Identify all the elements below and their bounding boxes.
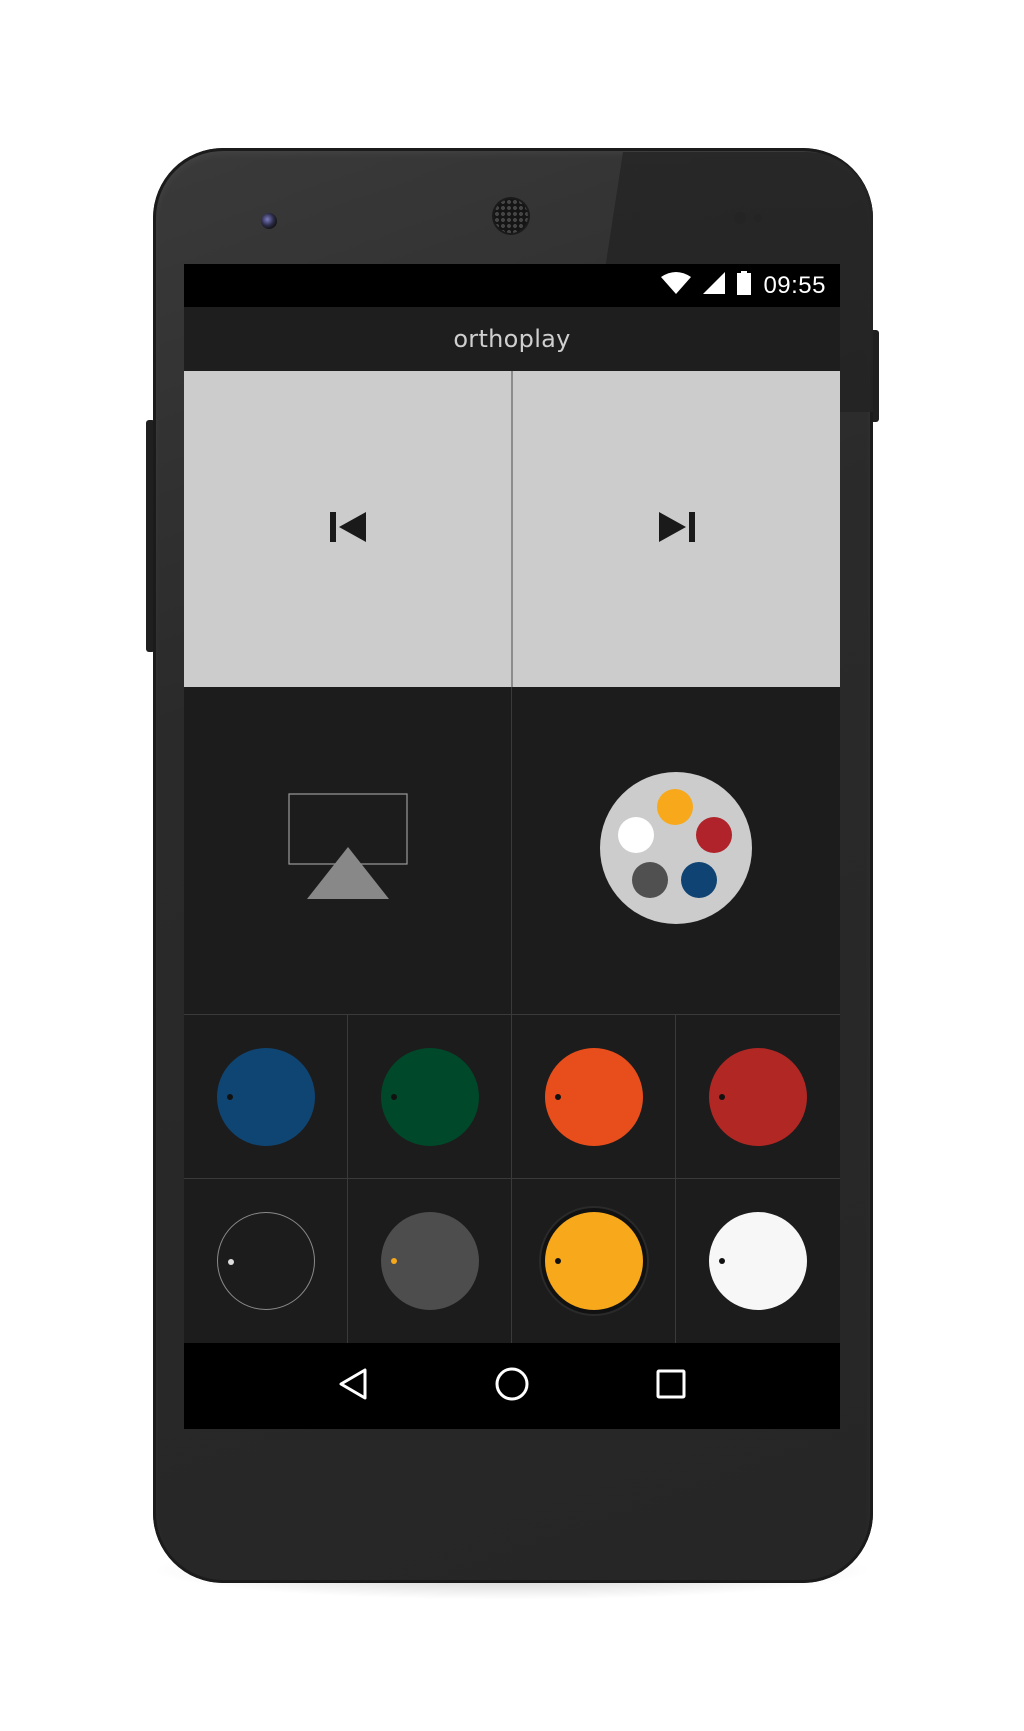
recents-square-icon — [655, 1368, 687, 1405]
recents-button[interactable] — [641, 1356, 701, 1416]
swatch-indicator-dot — [390, 1258, 397, 1264]
swatch-indicator-dot — [719, 1258, 725, 1264]
color-swatch — [544, 1047, 643, 1146]
front-camera — [261, 213, 277, 229]
swatch-indicator-dot — [390, 1093, 397, 1100]
status-time: 09:55 — [763, 271, 826, 299]
proximity-sensor — [734, 212, 746, 224]
media-controls — [184, 371, 840, 687]
swatch-cell[interactable] — [184, 1179, 348, 1343]
cell-signal-icon — [703, 272, 726, 299]
color-palette-button[interactable] — [512, 687, 839, 1014]
swatch-indicator-dot — [554, 1093, 561, 1100]
skip-previous-icon — [329, 511, 366, 547]
color-swatch — [380, 1212, 479, 1310]
swatch-cell[interactable] — [348, 1015, 512, 1179]
phone-screen: 09:55 orthoplay — [184, 264, 840, 1429]
app-title: orthoplay — [453, 325, 571, 353]
light-sensor — [754, 214, 762, 222]
swatch-indicator-dot — [226, 1093, 233, 1100]
swatch-cell[interactable] — [184, 1015, 348, 1179]
swatch-cell[interactable] — [512, 1179, 676, 1343]
swatch-cell[interactable] — [348, 1179, 512, 1343]
color-swatch — [709, 1047, 807, 1146]
action-row — [184, 687, 840, 1015]
skip-next-icon — [658, 511, 695, 547]
airplay-icon — [287, 793, 408, 908]
navigation-bar — [184, 1343, 840, 1429]
earpiece-speaker — [494, 199, 528, 233]
swatch-cell[interactable] — [512, 1015, 676, 1179]
color-palette-icon — [599, 771, 753, 930]
color-swatch — [216, 1212, 315, 1310]
color-swatch — [544, 1212, 643, 1310]
wifi-icon — [661, 272, 692, 299]
home-circle-icon — [494, 1366, 530, 1407]
swatch-indicator-dot — [719, 1093, 725, 1100]
status-bar: 09:55 — [184, 264, 840, 307]
skip-next-button[interactable] — [513, 371, 840, 687]
back-button[interactable] — [323, 1356, 383, 1416]
color-swatch — [709, 1212, 807, 1310]
swatch-cell[interactable] — [676, 1179, 840, 1343]
color-swatch — [380, 1047, 479, 1146]
color-swatch — [216, 1047, 315, 1146]
app-title-bar: orthoplay — [184, 307, 840, 371]
swatch-indicator-dot — [554, 1258, 561, 1264]
airplay-button[interactable] — [184, 687, 511, 1014]
swatch-cell[interactable] — [676, 1015, 840, 1179]
home-button[interactable] — [482, 1356, 542, 1416]
color-swatch-grid — [184, 1015, 840, 1343]
back-triangle-icon — [338, 1367, 368, 1406]
skip-previous-button[interactable] — [184, 371, 511, 687]
swatch-indicator-dot — [227, 1259, 234, 1265]
battery-icon — [737, 271, 752, 300]
